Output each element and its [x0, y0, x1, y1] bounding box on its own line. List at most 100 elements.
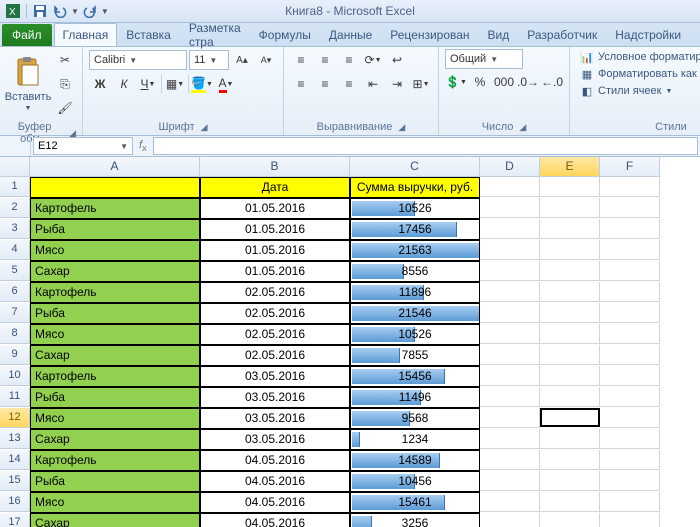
cell-F8[interactable]	[600, 324, 660, 344]
cell-F5[interactable]	[600, 261, 660, 281]
row-header-17[interactable]: 17	[0, 513, 30, 527]
cell-B7[interactable]: 02.05.2016	[200, 303, 350, 324]
cell-D1[interactable]	[480, 177, 540, 197]
align-bottom-icon[interactable]: ≡	[338, 49, 360, 71]
cell-B13[interactable]: 03.05.2016	[200, 429, 350, 450]
cell-C17[interactable]: 3256	[350, 513, 480, 527]
cell-C16[interactable]: 15461	[350, 492, 480, 513]
cell-E2[interactable]	[540, 198, 600, 218]
percent-format-icon[interactable]: %	[469, 71, 491, 93]
cell-C15[interactable]: 10456	[350, 471, 480, 492]
decrease-indent-icon[interactable]: ⇤	[362, 73, 384, 95]
redo-icon[interactable]	[81, 3, 99, 19]
row-header-3[interactable]: 3	[0, 219, 30, 239]
cell-C13[interactable]: 1234	[350, 429, 480, 450]
cell-F16[interactable]	[600, 492, 660, 512]
tab-формулы[interactable]: Формулы	[250, 23, 320, 46]
cell-B3[interactable]: 01.05.2016	[200, 219, 350, 240]
cell-E6[interactable]	[540, 282, 600, 302]
cell-A10[interactable]: Картофель	[30, 366, 200, 387]
row-header-1[interactable]: 1	[0, 177, 30, 197]
cell-A16[interactable]: Мясо	[30, 492, 200, 513]
tab-вставка[interactable]: Вставка	[117, 23, 180, 46]
border-button[interactable]: ▦▼	[164, 73, 186, 95]
cell-D12[interactable]	[480, 408, 540, 428]
header-A[interactable]	[30, 177, 200, 198]
cell-E14[interactable]	[540, 450, 600, 470]
tab-рецензирован[interactable]: Рецензирован	[381, 23, 478, 46]
cell-B2[interactable]: 01.05.2016	[200, 198, 350, 219]
cell-F10[interactable]	[600, 366, 660, 386]
undo-icon[interactable]	[51, 3, 69, 19]
cell-B11[interactable]: 03.05.2016	[200, 387, 350, 408]
cell-E8[interactable]	[540, 324, 600, 344]
cell-F12[interactable]	[600, 408, 660, 428]
dialog-launcher-icon[interactable]: ◢	[519, 122, 526, 133]
cell-D2[interactable]	[480, 198, 540, 218]
align-center-icon[interactable]: ≡	[314, 73, 336, 95]
cut-icon[interactable]: ✂	[54, 49, 76, 71]
cell-B16[interactable]: 04.05.2016	[200, 492, 350, 513]
cell-F7[interactable]	[600, 303, 660, 323]
tab-разметка стра[interactable]: Разметка стра	[180, 23, 250, 46]
cell-A4[interactable]: Мясо	[30, 240, 200, 261]
accounting-format-icon[interactable]: 💲▼	[445, 71, 467, 93]
cell-C12[interactable]: 9568	[350, 408, 480, 429]
cell-F1[interactable]	[600, 177, 660, 197]
cell-D16[interactable]	[480, 492, 540, 512]
paste-button[interactable]: Вставить ▼	[6, 49, 50, 119]
align-right-icon[interactable]: ≡	[338, 73, 360, 95]
cell-A17[interactable]: Сахар	[30, 513, 200, 527]
cell-B17[interactable]: 04.05.2016	[200, 513, 350, 527]
cell-A2[interactable]: Картофель	[30, 198, 200, 219]
cell-D11[interactable]	[480, 387, 540, 407]
cell-E16[interactable]	[540, 492, 600, 512]
cell-C14[interactable]: 14589	[350, 450, 480, 471]
cell-A5[interactable]: Сахар	[30, 261, 200, 282]
cell-C4[interactable]: 21563	[350, 240, 480, 261]
col-header-D[interactable]: D	[480, 157, 540, 177]
cell-styles-button[interactable]: ◧Стили ячеек▼	[576, 83, 700, 99]
row-header-15[interactable]: 15	[0, 471, 30, 491]
wrap-text-icon[interactable]: ↩	[386, 49, 408, 71]
undo-dropdown-icon[interactable]: ▼	[71, 7, 79, 16]
decrease-decimal-icon[interactable]: ←.0	[541, 71, 563, 93]
row-header-7[interactable]: 7	[0, 303, 30, 323]
cell-C5[interactable]: 8556	[350, 261, 480, 282]
row-header-5[interactable]: 5	[0, 261, 30, 281]
font-name-combo[interactable]: Calibri▼	[89, 50, 187, 70]
cell-E9[interactable]	[540, 345, 600, 365]
align-top-icon[interactable]: ≡	[290, 49, 312, 71]
cell-D8[interactable]	[480, 324, 540, 344]
row-header-8[interactable]: 8	[0, 324, 30, 344]
font-color-button[interactable]: A▼	[215, 73, 237, 95]
row-header-2[interactable]: 2	[0, 198, 30, 218]
row-header-12[interactable]: 12	[0, 408, 30, 428]
row-header-10[interactable]: 10	[0, 366, 30, 386]
fill-color-button[interactable]: 🪣▼	[191, 73, 213, 95]
cell-F3[interactable]	[600, 219, 660, 239]
cell-B14[interactable]: 04.05.2016	[200, 450, 350, 471]
col-header-E[interactable]: E	[540, 157, 600, 177]
cell-B8[interactable]: 02.05.2016	[200, 324, 350, 345]
cell-D17[interactable]	[480, 513, 540, 527]
cell-A12[interactable]: Мясо	[30, 408, 200, 429]
fx-icon[interactable]: fx	[139, 139, 147, 153]
orientation-icon[interactable]: ⟳▼	[362, 49, 384, 71]
merge-button[interactable]: ⊞▼	[410, 73, 432, 95]
save-icon[interactable]	[31, 3, 49, 19]
cell-E10[interactable]	[540, 366, 600, 386]
cell-F13[interactable]	[600, 429, 660, 449]
cell-D15[interactable]	[480, 471, 540, 491]
cell-F4[interactable]	[600, 240, 660, 260]
cell-C11[interactable]: 11496	[350, 387, 480, 408]
cell-D10[interactable]	[480, 366, 540, 386]
cell-E7[interactable]	[540, 303, 600, 323]
excel-icon[interactable]: X	[4, 3, 22, 19]
dialog-launcher-icon[interactable]: ◢	[201, 122, 208, 133]
copy-icon[interactable]: ⎘	[54, 73, 76, 95]
row-header-4[interactable]: 4	[0, 240, 30, 260]
align-left-icon[interactable]: ≡	[290, 73, 312, 95]
cell-A14[interactable]: Картофель	[30, 450, 200, 471]
col-header-C[interactable]: C	[350, 157, 480, 177]
